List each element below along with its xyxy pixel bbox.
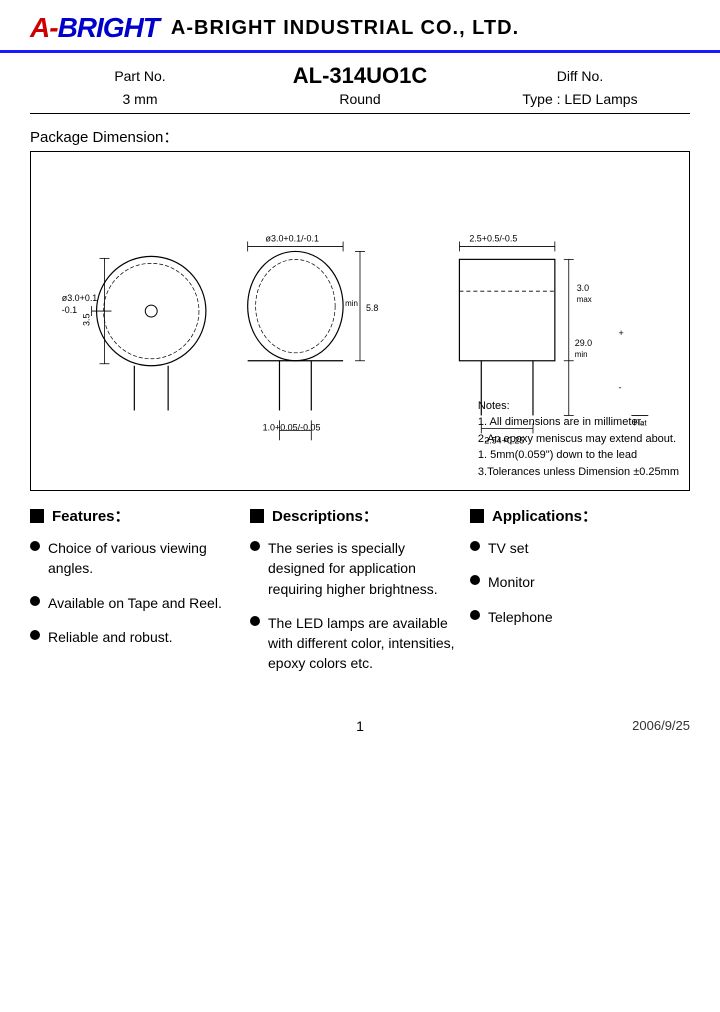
bullet-dot bbox=[470, 610, 480, 620]
footer-date: 2006/9/25 bbox=[470, 718, 690, 734]
feature-text-1: Choice of various viewing angles. bbox=[48, 538, 240, 579]
notes-line3: 1. 5mm(0.059") down to the lead bbox=[478, 447, 679, 464]
svg-text:+: + bbox=[618, 328, 623, 338]
svg-text:-: - bbox=[618, 383, 621, 393]
feature-item-3: Reliable and robust. bbox=[30, 627, 240, 647]
logo-dash: - bbox=[49, 12, 57, 43]
logo-a: A bbox=[30, 12, 49, 43]
logo-bright: BRIGHT bbox=[58, 12, 159, 43]
type-label: Type : LED Lamps bbox=[522, 91, 637, 107]
company-name: A-BRIGHT INDUSTRIAL CO., LTD. bbox=[171, 17, 519, 40]
info-columns: Features： Choice of various viewing angl… bbox=[30, 505, 690, 688]
part-no-label: Part No. bbox=[114, 68, 165, 84]
features-icon bbox=[30, 509, 44, 523]
svg-text:min: min bbox=[345, 299, 358, 308]
svg-text:ø3.0+0.1: ø3.0+0.1 bbox=[62, 293, 98, 303]
application-text-1: TV set bbox=[488, 538, 680, 558]
svg-text:1.0+0.05/-0.05: 1.0+0.05/-0.05 bbox=[263, 422, 321, 432]
svg-text:min: min bbox=[575, 350, 588, 359]
bullet-dot bbox=[250, 616, 260, 626]
bullet-dot bbox=[30, 630, 40, 640]
application-item-3: Telephone bbox=[470, 607, 680, 627]
notes-header: Notes: bbox=[478, 398, 679, 415]
svg-text:5.8: 5.8 bbox=[366, 303, 378, 313]
bullet-dot bbox=[470, 575, 480, 585]
feature-item-1: Choice of various viewing angles. bbox=[30, 538, 240, 579]
part-info: Part No. AL-314UO1C Diff No. 3 mm Round … bbox=[0, 53, 720, 114]
package-section: Package Dimension： ø3.0+0.1 -0.1 3.5 bbox=[0, 114, 720, 491]
description-item-2: The LED lamps are available with differe… bbox=[250, 613, 460, 674]
bullet-dot bbox=[30, 541, 40, 551]
applications-column: Applications： TV set Monitor Telephone bbox=[470, 505, 690, 688]
svg-text:2.5+0.5/-0.5: 2.5+0.5/-0.5 bbox=[469, 233, 517, 243]
part-no-value-cell: AL-314UO1C bbox=[250, 63, 470, 89]
footer: 1 2006/9/25 bbox=[0, 708, 720, 744]
application-text-3: Telephone bbox=[488, 607, 680, 627]
shape-label: Round bbox=[339, 91, 380, 107]
part-info-table: Part No. AL-314UO1C Diff No. 3 mm Round … bbox=[30, 63, 690, 114]
applications-header: Applications： bbox=[470, 505, 680, 526]
features-header: Features： bbox=[30, 505, 240, 526]
info-section: Features： Choice of various viewing angl… bbox=[0, 491, 720, 698]
size-label: 3 mm bbox=[123, 91, 158, 107]
company-logo: A-BRIGHT bbox=[30, 12, 159, 44]
package-title: Package Dimension： bbox=[30, 126, 690, 147]
svg-text:29.0: 29.0 bbox=[575, 338, 592, 348]
part-no-value: AL-314UO1C bbox=[293, 63, 427, 88]
footer-left bbox=[30, 718, 250, 734]
descriptions-title: Descriptions： bbox=[272, 505, 378, 526]
size-label-cell: 3 mm bbox=[30, 91, 250, 107]
shape-label-cell: Round bbox=[250, 91, 470, 107]
svg-text:max: max bbox=[577, 295, 592, 304]
svg-text:ø3.0+0.1/-0.1: ø3.0+0.1/-0.1 bbox=[266, 233, 319, 243]
description-item-1: The series is specially designed for app… bbox=[250, 538, 460, 599]
feature-text-3: Reliable and robust. bbox=[48, 627, 240, 647]
feature-item-2: Available on Tape and Reel. bbox=[30, 593, 240, 613]
applications-icon bbox=[470, 509, 484, 523]
description-text-2: The LED lamps are available with differe… bbox=[268, 613, 460, 674]
bullet-dot bbox=[470, 541, 480, 551]
notes-line4: 3.Tolerances unless Dimension ±0.25mm bbox=[478, 464, 679, 481]
type-label-cell: Type : LED Lamps bbox=[470, 91, 690, 107]
descriptions-header: Descriptions： bbox=[250, 505, 460, 526]
notes-line1: 1. All dimensions are in millimeter. bbox=[478, 414, 679, 431]
application-item-2: Monitor bbox=[470, 572, 680, 592]
applications-title: Applications： bbox=[492, 505, 597, 526]
svg-text:3.0: 3.0 bbox=[577, 283, 589, 293]
application-item-1: TV set bbox=[470, 538, 680, 558]
bullet-dot bbox=[30, 596, 40, 606]
part-no-label-cell: Part No. bbox=[30, 68, 250, 84]
bullet-dot bbox=[250, 541, 260, 551]
features-column: Features： Choice of various viewing angl… bbox=[30, 505, 250, 688]
dimension-box: ø3.0+0.1 -0.1 3.5 ø3.0+0.1/-0.1 bbox=[30, 151, 690, 491]
part-info-row-1: Part No. AL-314UO1C Diff No. bbox=[30, 63, 690, 89]
svg-text:-0.1: -0.1 bbox=[62, 305, 77, 315]
diff-no-label: Diff No. bbox=[557, 68, 603, 84]
application-text-2: Monitor bbox=[488, 572, 680, 592]
part-info-row-2: 3 mm Round Type : LED Lamps bbox=[30, 91, 690, 107]
descriptions-icon bbox=[250, 509, 264, 523]
description-text-1: The series is specially designed for app… bbox=[268, 538, 460, 599]
notes-section: Notes: 1. All dimensions are in millimet… bbox=[478, 398, 679, 481]
diff-no-label-cell: Diff No. bbox=[470, 68, 690, 84]
footer-page-number: 1 bbox=[250, 718, 470, 734]
header: A-BRIGHT A-BRIGHT INDUSTRIAL CO., LTD. bbox=[0, 0, 720, 53]
svg-text:3.5: 3.5 bbox=[82, 314, 92, 326]
descriptions-column: Descriptions： The series is specially de… bbox=[250, 505, 470, 688]
notes-line2: 2.An epoxy meniscus may extend about. bbox=[478, 431, 679, 448]
features-title: Features： bbox=[52, 505, 130, 526]
feature-text-2: Available on Tape and Reel. bbox=[48, 593, 240, 613]
